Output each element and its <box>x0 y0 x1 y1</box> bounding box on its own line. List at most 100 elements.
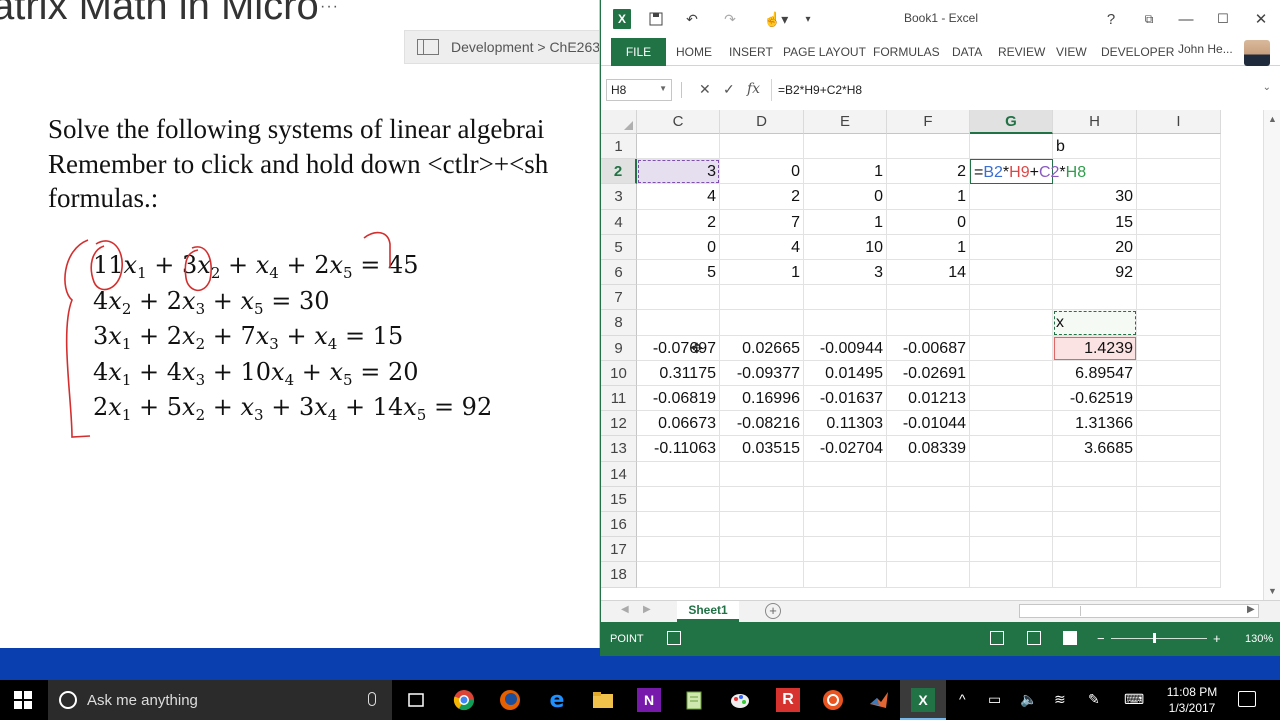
avatar[interactable] <box>1244 40 1270 66</box>
cell-g3[interactable] <box>970 184 1053 210</box>
tab-formulas[interactable]: FORMULAS <box>873 45 940 59</box>
cell-f7[interactable] <box>887 285 970 311</box>
r-app-icon[interactable]: R <box>776 688 800 712</box>
cell-g10[interactable] <box>970 360 1053 386</box>
cell-h3[interactable]: 30 <box>1053 184 1137 210</box>
matlab-icon[interactable] <box>867 688 891 712</box>
column-header-f[interactable]: F <box>887 110 970 134</box>
ubuntu-icon[interactable] <box>821 688 845 712</box>
normal-view-icon[interactable] <box>990 631 1004 645</box>
cell-f11[interactable]: 0.01213 <box>887 386 970 412</box>
name-box[interactable]: H8 ▼ <box>606 79 672 101</box>
column-header-d[interactable]: D <box>720 110 804 134</box>
cell-f1[interactable] <box>887 134 970 160</box>
cell-c8[interactable] <box>637 310 720 336</box>
cell-h9[interactable]: 1.4239 <box>1053 335 1137 361</box>
cortana-search-box[interactable]: Ask me anything <box>48 680 392 720</box>
cell-h13[interactable]: 3.6685 <box>1053 436 1137 462</box>
cell-e17[interactable] <box>804 537 887 563</box>
cell-g9[interactable] <box>970 335 1053 361</box>
scroll-down-icon[interactable]: ▼ <box>1268 586 1277 596</box>
undo-icon[interactable]: ↶ <box>683 10 701 28</box>
onenote-icon[interactable]: N <box>637 688 661 712</box>
cell-d18[interactable] <box>720 562 804 588</box>
scroll-thumb[interactable] <box>1080 606 1240 616</box>
cell-i6[interactable] <box>1137 260 1221 286</box>
prev-sheet-icon[interactable]: ◀ <box>621 604 629 615</box>
cell-d17[interactable] <box>720 537 804 563</box>
windows-start-icon[interactable] <box>14 691 32 709</box>
clock[interactable]: 11:08 PM 1/3/2017 <box>1160 684 1224 716</box>
row-header-1[interactable]: 1 <box>601 134 637 160</box>
cell-c9[interactable]: -0.07697 <box>637 335 720 361</box>
record-macro-icon[interactable] <box>667 631 681 645</box>
more-dots[interactable]: ··· <box>320 0 339 16</box>
cell-c10[interactable]: 0.31175 <box>637 360 720 386</box>
cell-h6[interactable]: 92 <box>1053 260 1137 286</box>
cell-e5[interactable]: 10 <box>804 234 887 260</box>
row-header-16[interactable]: 16 <box>601 512 637 538</box>
cell-e3[interactable]: 0 <box>804 184 887 210</box>
tab-view[interactable]: VIEW <box>1056 45 1087 59</box>
cell-c17[interactable] <box>637 537 720 563</box>
cell-d3[interactable]: 2 <box>720 184 804 210</box>
cell-c15[interactable] <box>637 486 720 512</box>
action-center-icon[interactable] <box>1238 691 1256 707</box>
cell-e18[interactable] <box>804 562 887 588</box>
tab-insert[interactable]: INSERT <box>729 45 773 59</box>
cell-g14[interactable] <box>970 461 1053 487</box>
row-header-8[interactable]: 8 <box>601 310 637 336</box>
chrome-icon[interactable] <box>452 688 476 712</box>
cell-e10[interactable]: 0.01495 <box>804 360 887 386</box>
page-layout-view-icon[interactable] <box>1027 631 1041 645</box>
cell-h7[interactable] <box>1053 285 1137 311</box>
cell-g12[interactable] <box>970 411 1053 437</box>
cell-i1[interactable] <box>1137 134 1221 160</box>
cell-c12[interactable]: 0.06673 <box>637 411 720 437</box>
tab-review[interactable]: REVIEW <box>998 45 1045 59</box>
cell-g8[interactable] <box>970 310 1053 336</box>
paint-icon[interactable] <box>728 688 752 712</box>
cell-c1[interactable] <box>637 134 720 160</box>
cell-c14[interactable] <box>637 461 720 487</box>
customize-qat-icon[interactable]: ▾ <box>799 10 817 28</box>
cell-d15[interactable] <box>720 486 804 512</box>
cell-g5[interactable] <box>970 234 1053 260</box>
cell-c6[interactable]: 5 <box>637 260 720 286</box>
cell-e6[interactable]: 3 <box>804 260 887 286</box>
cell-c5[interactable]: 0 <box>637 234 720 260</box>
cell-f2[interactable]: 2 <box>887 159 970 185</box>
cell-i15[interactable] <box>1137 486 1221 512</box>
formula-input[interactable]: =B2*H9+C2*H8 ⌄ <box>771 79 1277 101</box>
cell-f8[interactable] <box>887 310 970 336</box>
cell-e12[interactable]: 0.11303 <box>804 411 887 437</box>
excel-icon[interactable]: X <box>911 688 935 712</box>
microphone-icon[interactable] <box>368 692 376 706</box>
cell-g4[interactable] <box>970 209 1053 235</box>
cell-h8[interactable]: x <box>1053 310 1137 336</box>
expand-formula-icon[interactable]: ⌄ <box>1263 82 1271 93</box>
cell-h5[interactable]: 20 <box>1053 234 1137 260</box>
row-header-3[interactable]: 3 <box>601 184 637 210</box>
task-view-icon[interactable] <box>404 688 428 712</box>
ribbon-display-icon[interactable]: ⧉ <box>1137 8 1161 30</box>
cell-f15[interactable] <box>887 486 970 512</box>
cell-g1[interactable] <box>970 134 1053 160</box>
cell-d7[interactable] <box>720 285 804 311</box>
cell-i17[interactable] <box>1137 537 1221 563</box>
zoom-in-icon[interactable]: + <box>1213 631 1221 646</box>
cell-g6[interactable] <box>970 260 1053 286</box>
cell-f4[interactable]: 0 <box>887 209 970 235</box>
cell-i12[interactable] <box>1137 411 1221 437</box>
tab-data[interactable]: DATA <box>952 45 982 59</box>
row-header-11[interactable]: 11 <box>601 386 637 412</box>
cell-f18[interactable] <box>887 562 970 588</box>
firefox-icon[interactable] <box>498 688 522 712</box>
zoom-out-icon[interactable]: − <box>1097 631 1105 646</box>
row-header-6[interactable]: 6 <box>601 260 637 286</box>
cell-c3[interactable]: 4 <box>637 184 720 210</box>
cell-h15[interactable] <box>1053 486 1137 512</box>
cell-i3[interactable] <box>1137 184 1221 210</box>
keyboard-icon[interactable]: ⌨ <box>1124 691 1144 708</box>
select-all-button[interactable] <box>601 110 637 134</box>
